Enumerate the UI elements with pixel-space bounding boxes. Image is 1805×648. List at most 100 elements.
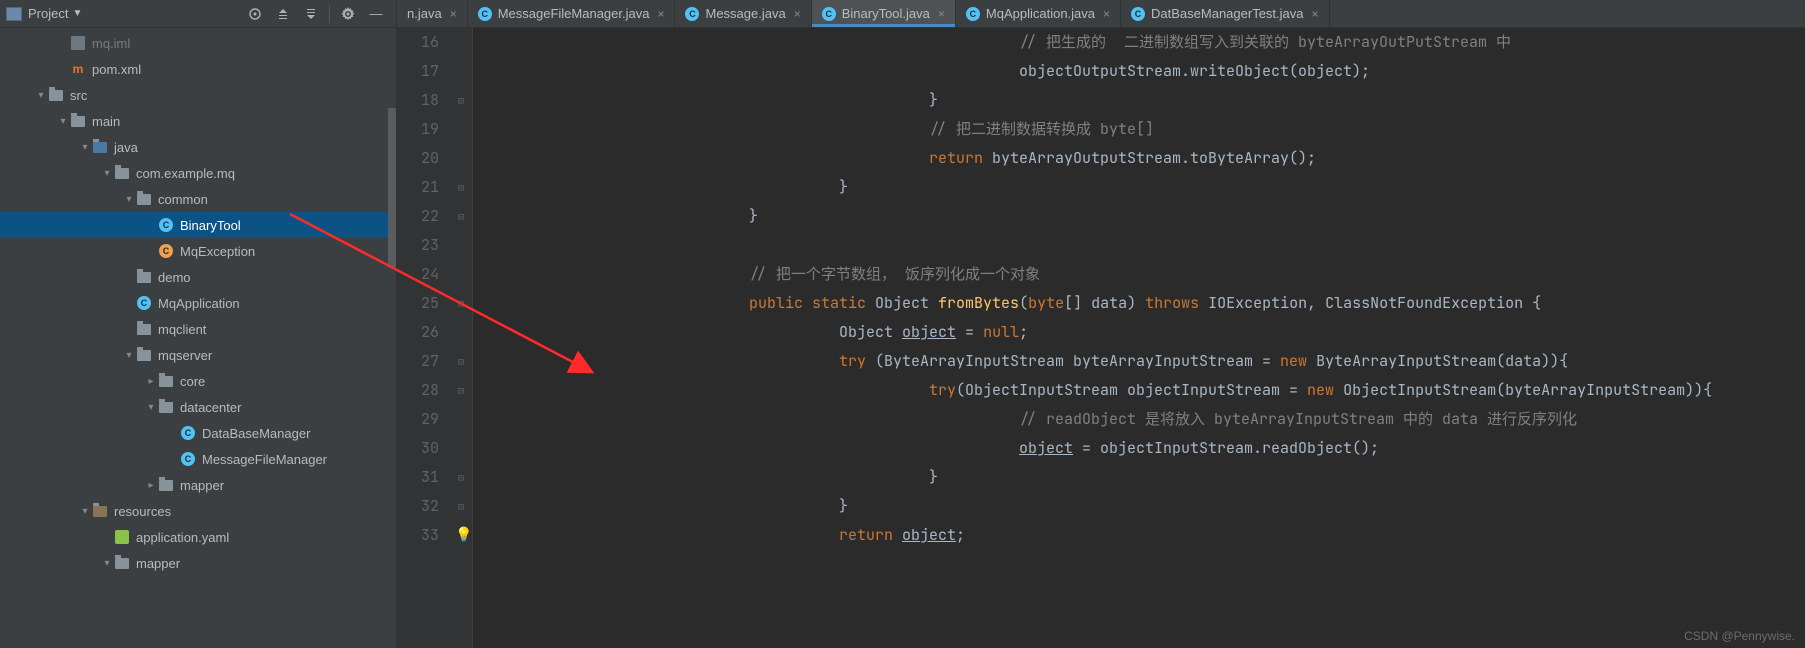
tree-arrow-icon[interactable]: ▾: [78, 506, 92, 517]
fold-toggle-icon[interactable]: ⊟: [455, 500, 467, 512]
tree-arrow-icon[interactable]: ▸: [144, 480, 158, 491]
tree-arrow-icon[interactable]: ▾: [122, 194, 136, 205]
line-number[interactable]: 19: [397, 115, 439, 144]
expand-all-icon[interactable]: [271, 3, 295, 25]
tree-scrollbar[interactable]: [388, 108, 396, 268]
project-tree[interactable]: mq.imlmpom.xml▾src▾main▾java▾com.example…: [0, 28, 396, 648]
tree-arrow-icon[interactable]: ▾: [56, 116, 70, 127]
tree-item-databasemanager[interactable]: CDataBaseManager: [0, 420, 396, 446]
tree-item-com-example-mq[interactable]: ▾com.example.mq: [0, 160, 396, 186]
tree-item-common[interactable]: ▾common: [0, 186, 396, 212]
tree-item-mqapplication[interactable]: CMqApplication: [0, 290, 396, 316]
tab-message-java[interactable]: CMessage.java×: [675, 0, 811, 27]
tree-item-messagefilemanager[interactable]: CMessageFileManager: [0, 446, 396, 472]
line-number[interactable]: 33: [397, 521, 439, 550]
tree-arrow-icon[interactable]: ▾: [144, 402, 158, 413]
close-icon[interactable]: ×: [1312, 7, 1319, 21]
intention-bulb-icon[interactable]: 💡: [455, 521, 472, 550]
close-icon[interactable]: ×: [938, 7, 945, 21]
line-number[interactable]: 22: [397, 202, 439, 231]
code-line[interactable]: // 把二进制数据转换成 byte[]: [479, 115, 1805, 144]
tree-arrow-icon[interactable]: ▾: [78, 142, 92, 153]
tree-item-mapper[interactable]: ▸mapper: [0, 472, 396, 498]
line-number[interactable]: 30: [397, 434, 439, 463]
line-number[interactable]: 16: [397, 28, 439, 57]
line-number[interactable]: 23: [397, 231, 439, 260]
tree-arrow-icon[interactable]: ▾: [100, 558, 114, 569]
code-line[interactable]: // 把一个字节数组， 饭序列化成一个对象: [479, 260, 1805, 289]
code-editor[interactable]: // 把生成的 二进制数组写入到关联的 byteArrayOutPutStrea…: [473, 28, 1805, 648]
code-line[interactable]: }: [479, 492, 1805, 521]
code-line[interactable]: }: [479, 202, 1805, 231]
code-line[interactable]: }: [479, 173, 1805, 202]
fold-toggle-icon[interactable]: ⊟: [455, 471, 467, 483]
close-icon[interactable]: ×: [1103, 7, 1110, 21]
fold-strip[interactable]: ⊟ ⊟ ⊟ ⊟ ⊟ ⊟ ⊟ ⊟: [453, 28, 473, 648]
tab-n-java[interactable]: n.java×: [397, 0, 468, 27]
tree-arrow-icon[interactable]: ▸: [144, 376, 158, 387]
tree-item-mapper[interactable]: ▾mapper: [0, 550, 396, 576]
tree-item-mqexception[interactable]: CMqException: [0, 238, 396, 264]
line-number[interactable]: 20: [397, 144, 439, 173]
tree-item-demo[interactable]: demo: [0, 264, 396, 290]
line-number[interactable]: 25: [397, 289, 439, 318]
sidebar-title[interactable]: Project: [28, 6, 68, 21]
close-icon[interactable]: ×: [794, 7, 801, 21]
select-opened-file-icon[interactable]: [243, 3, 267, 25]
code-line[interactable]: }: [479, 86, 1805, 115]
code-line[interactable]: objectOutputStream.writeObject(object);: [479, 57, 1805, 86]
tree-arrow-icon[interactable]: ▾: [34, 90, 48, 101]
code-line[interactable]: // 把生成的 二进制数组写入到关联的 byteArrayOutPutStrea…: [479, 28, 1805, 57]
line-number[interactable]: 24: [397, 260, 439, 289]
tab-datbasemanagertest-java[interactable]: CDatBaseManagerTest.java×: [1121, 0, 1330, 27]
line-number[interactable]: 29: [397, 405, 439, 434]
code-line[interactable]: public static Object fromBytes(byte[] da…: [479, 289, 1805, 318]
code-line[interactable]: try(ObjectInputStream objectInputStream …: [479, 376, 1805, 405]
tree-arrow-icon[interactable]: ▾: [100, 168, 114, 179]
code-line[interactable]: object = objectInputStream.readObject();: [479, 434, 1805, 463]
line-number[interactable]: 27: [397, 347, 439, 376]
line-number[interactable]: 18: [397, 86, 439, 115]
line-number[interactable]: 26: [397, 318, 439, 347]
fold-toggle-icon[interactable]: ⊟: [455, 94, 467, 106]
code-line[interactable]: [479, 231, 1805, 260]
fold-toggle-icon[interactable]: ⊟: [455, 181, 467, 193]
fold-toggle-icon[interactable]: ⊟: [455, 210, 467, 222]
code-line[interactable]: try (ByteArrayInputStream byteArrayInput…: [479, 347, 1805, 376]
tab-binarytool-java[interactable]: CBinaryTool.java×: [812, 0, 956, 27]
close-icon[interactable]: ×: [657, 7, 664, 21]
code-line[interactable]: 💡 return object;: [479, 521, 1805, 550]
tree-item-mq-iml[interactable]: mq.iml: [0, 30, 396, 56]
gear-icon[interactable]: [336, 3, 360, 25]
line-number[interactable]: 28: [397, 376, 439, 405]
line-number[interactable]: 31: [397, 463, 439, 492]
tree-item-resources[interactable]: ▾resources: [0, 498, 396, 524]
tree-item-binarytool[interactable]: CBinaryTool: [0, 212, 396, 238]
tree-arrow-icon[interactable]: ▾: [122, 350, 136, 361]
tree-item-core[interactable]: ▸core: [0, 368, 396, 394]
line-number-gutter[interactable]: 161718192021222324252627282930313233: [397, 28, 453, 648]
tree-item-pom-xml[interactable]: mpom.xml: [0, 56, 396, 82]
close-icon[interactable]: ×: [450, 7, 457, 21]
dropdown-arrow-icon[interactable]: ▼: [72, 8, 82, 19]
code-line[interactable]: }: [479, 463, 1805, 492]
tree-item-mqclient[interactable]: mqclient: [0, 316, 396, 342]
fold-toggle-icon[interactable]: ⊟: [455, 355, 467, 367]
hide-icon[interactable]: —: [364, 3, 388, 25]
tree-item-application-yaml[interactable]: application.yaml: [0, 524, 396, 550]
tab-mqapplication-java[interactable]: CMqApplication.java×: [956, 0, 1121, 27]
code-line[interactable]: Object object = null;: [479, 318, 1805, 347]
tree-item-mqserver[interactable]: ▾mqserver: [0, 342, 396, 368]
tab-messagefilemanager-java[interactable]: CMessageFileManager.java×: [468, 0, 676, 27]
collapse-all-icon[interactable]: [299, 3, 323, 25]
tree-item-datacenter[interactable]: ▾datacenter: [0, 394, 396, 420]
code-line[interactable]: return byteArrayOutputStream.toByteArray…: [479, 144, 1805, 173]
tree-item-src[interactable]: ▾src: [0, 82, 396, 108]
line-number[interactable]: 17: [397, 57, 439, 86]
line-number[interactable]: 21: [397, 173, 439, 202]
fold-toggle-icon[interactable]: ⊟: [455, 384, 467, 396]
fold-toggle-icon[interactable]: ⊟: [455, 297, 467, 309]
tree-item-main[interactable]: ▾main: [0, 108, 396, 134]
tree-item-java[interactable]: ▾java: [0, 134, 396, 160]
code-line[interactable]: // readObject 是将放入 byteArrayInputStream …: [479, 405, 1805, 434]
